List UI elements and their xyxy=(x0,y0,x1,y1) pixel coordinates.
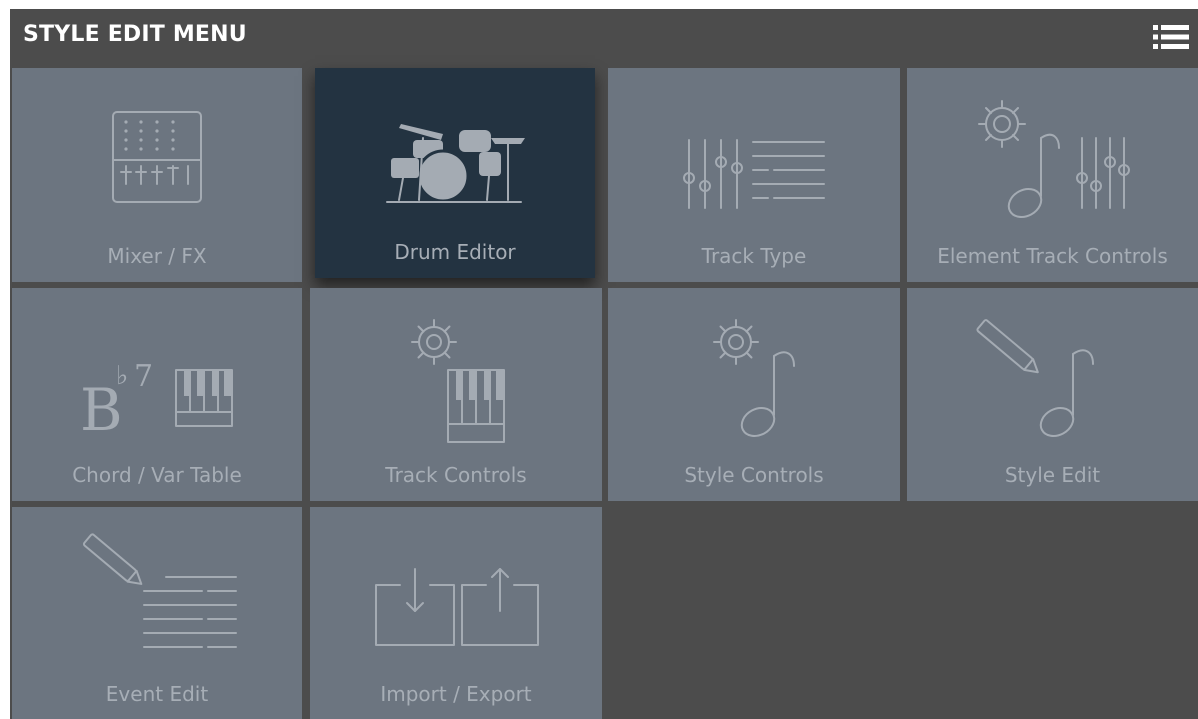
chord-flat: ♭ xyxy=(116,361,128,391)
tile-style-controls[interactable]: Style Controls xyxy=(608,288,900,501)
tile-chord-var-table[interactable]: B ♭ 7 Chord / Var Table xyxy=(12,288,302,501)
tile-label: Track Type xyxy=(701,244,807,268)
style-edit-menu-window: STYLE EDIT MENU Mixer / FX Drum Editor T… xyxy=(0,0,1198,719)
list-menu-icon xyxy=(1153,25,1189,49)
tile-element-track-controls[interactable]: Element Track Controls xyxy=(907,68,1198,282)
list-menu-button[interactable] xyxy=(1152,24,1190,50)
tile-track-type[interactable]: Track Type xyxy=(608,68,900,282)
tile-label: Track Controls xyxy=(385,463,527,487)
tile-label: Element Track Controls xyxy=(937,244,1168,268)
tile-label: Mixer / FX xyxy=(107,244,207,268)
tile-label: Import / Export xyxy=(380,682,532,706)
tile-label: Style Edit xyxy=(1004,463,1101,487)
tile-label: Event Edit xyxy=(105,682,209,706)
tile-import-export[interactable]: Import / Export xyxy=(310,507,602,719)
tile-event-edit[interactable]: Event Edit xyxy=(12,507,302,719)
tile-label: Drum Editor xyxy=(394,240,516,264)
page-title: STYLE EDIT MENU xyxy=(23,22,247,47)
tile-label: Chord / Var Table xyxy=(72,463,242,487)
tile-track-controls[interactable]: Track Controls xyxy=(310,288,602,501)
header-bar: STYLE EDIT MENU xyxy=(10,9,1198,63)
tile-mixer-fx[interactable]: Mixer / FX xyxy=(12,68,302,282)
tile-label: Style Controls xyxy=(684,463,824,487)
chord-ext: 7 xyxy=(134,359,153,394)
tile-style-edit[interactable]: Style Edit xyxy=(907,288,1198,501)
tile-drum-editor[interactable]: Drum Editor xyxy=(315,68,595,278)
